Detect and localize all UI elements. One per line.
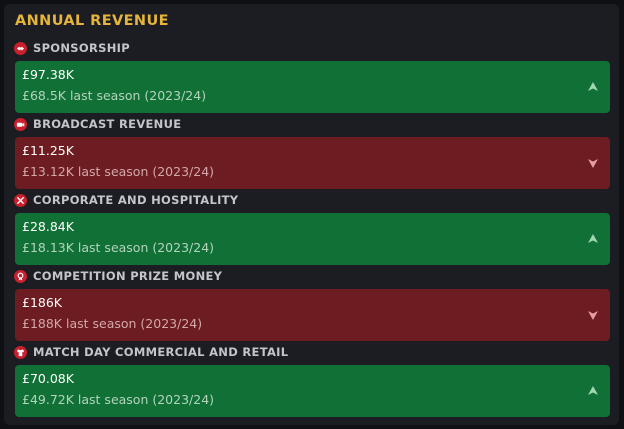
section-label-text: CORPORATE AND HOSPITALITY — [33, 193, 239, 207]
revenue-card-sponsorship[interactable]: £97.38K £68.5K last season (2023/24) — [15, 61, 610, 113]
trend-down-icon — [588, 311, 598, 320]
section-label-text: BROADCAST REVENUE — [33, 117, 182, 131]
section-label-text: SPONSORSHIP — [33, 41, 130, 55]
section-label-text: MATCH DAY COMMERCIAL AND RETAIL — [33, 345, 289, 359]
annual-revenue-panel: ANNUAL REVENUE SPONSORSHIP £97.38K £68.5… — [4, 4, 619, 425]
section-label-sponsorship: SPONSORSHIP — [14, 39, 130, 57]
section-label-match-day-commercial: MATCH DAY COMMERCIAL AND RETAIL — [14, 343, 288, 361]
shirt-icon — [14, 345, 27, 359]
trend-up-icon — [588, 82, 598, 91]
section-label-competition-prize-money: COMPETITION PRIZE MONEY — [14, 267, 222, 285]
section-label-broadcast-revenue: BROADCAST REVENUE — [14, 115, 181, 133]
section-label-corporate-hospitality: CORPORATE AND HOSPITALITY — [14, 191, 238, 209]
handshake-icon — [14, 41, 27, 55]
revenue-card-broadcast-revenue[interactable]: £11.25K £13.12K last season (2023/24) — [15, 137, 610, 189]
trend-up-icon — [588, 234, 598, 243]
current-value: £70.08K — [22, 371, 74, 386]
revenue-card-match-day-commercial[interactable]: £70.08K £49.72K last season (2023/24) — [15, 365, 610, 417]
last-season-value: £13.12K last season (2023/24) — [22, 164, 215, 179]
last-season-value: £188K last season (2023/24) — [22, 316, 203, 331]
current-value: £186K — [22, 295, 63, 310]
last-season-value: £68.5K last season (2023/24) — [22, 88, 207, 103]
current-value: £28.84K — [22, 219, 74, 234]
section-label-text: COMPETITION PRIZE MONEY — [33, 269, 223, 283]
current-value: £11.25K — [22, 143, 74, 158]
cutlery-icon — [14, 193, 27, 207]
last-season-value: £18.13K last season (2023/24) — [22, 240, 215, 255]
camera-icon — [14, 117, 27, 131]
trend-up-icon — [588, 386, 598, 395]
current-value: £97.38K — [22, 67, 74, 82]
revenue-card-corporate-hospitality[interactable]: £28.84K £18.13K last season (2023/24) — [15, 213, 610, 265]
trend-down-icon — [588, 159, 598, 168]
panel-title: ANNUAL REVENUE — [15, 13, 169, 29]
last-season-value: £49.72K last season (2023/24) — [22, 392, 215, 407]
medal-icon — [14, 269, 27, 283]
revenue-card-competition-prize-money[interactable]: £186K £188K last season (2023/24) — [15, 289, 610, 341]
